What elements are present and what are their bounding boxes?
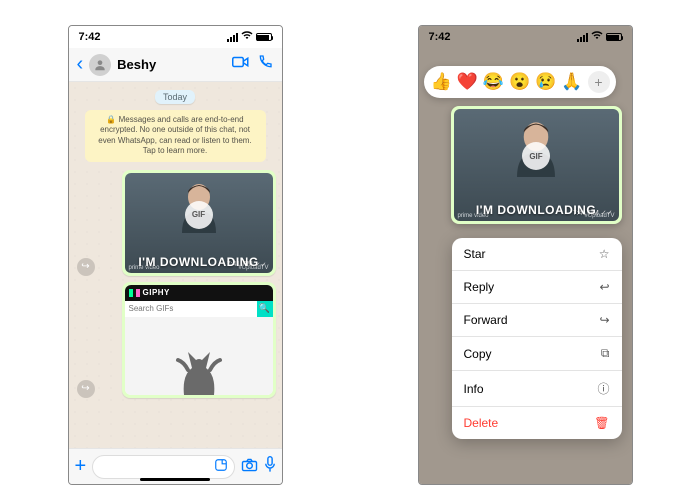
giphy-search-bar: 🔍	[125, 301, 273, 317]
encryption-text: Messages and calls are end-to-end encryp…	[98, 115, 251, 155]
selected-message-bubble[interactable]: GIF I'M DOWNLOADING prime video #UploadT…	[451, 106, 622, 224]
menu-label: Forward	[464, 313, 508, 327]
status-time: 7:42	[79, 31, 101, 43]
wifi-icon	[591, 31, 603, 43]
signal-icon	[227, 33, 238, 42]
reply-icon: ↩	[599, 280, 609, 294]
menu-label: Star	[464, 247, 486, 261]
menu-label: Copy	[464, 347, 492, 361]
giphy-search-input[interactable]	[125, 301, 257, 317]
laugh-reaction[interactable]: 😂	[483, 72, 504, 92]
message-input[interactable]	[92, 455, 234, 479]
forward-icon[interactable]: ↪	[77, 380, 95, 398]
chat-body[interactable]: Today 🔒 Messages and calls are end-to-en…	[69, 82, 282, 448]
menu-star[interactable]: Star ☆	[452, 238, 622, 271]
back-button[interactable]: ‹	[77, 53, 84, 76]
message-row: ↪ GIF I'M DOWNLOADING prime video #Uploa…	[75, 170, 276, 276]
menu-forward[interactable]: Forward ↪	[452, 304, 622, 337]
status-icons	[227, 31, 272, 43]
sad-reaction[interactable]: 😢	[535, 72, 556, 92]
read-receipt-icon: ✓✓	[601, 209, 613, 217]
menu-reply[interactable]: Reply ↩	[452, 271, 622, 304]
chat-navbar: ‹ Beshy	[69, 48, 282, 82]
heart-reaction[interactable]: ❤️	[457, 72, 478, 92]
reaction-bar: 👍 ❤️ 😂 😮 😢 🙏 +	[424, 66, 615, 98]
contact-avatar[interactable]	[89, 54, 111, 76]
gif-content: GIF I'M DOWNLOADING prime video #UploadT…	[125, 173, 273, 273]
giphy-header: GIPHY	[125, 285, 273, 301]
pray-reaction[interactable]: 🙏	[561, 72, 582, 92]
menu-info[interactable]: Info ⓘ	[452, 371, 622, 407]
status-icons	[577, 31, 622, 43]
menu-copy[interactable]: Copy ⧉	[452, 337, 622, 371]
phone-context-menu-view: 7:42 👍 ❤️ 😂 😮 😢 🙏 +	[418, 25, 633, 485]
copy-icon: ⧉	[601, 346, 610, 361]
menu-label: Info	[464, 382, 484, 396]
forward-icon[interactable]: ↪	[77, 258, 95, 276]
giphy-logo: GIPHY	[143, 288, 170, 297]
contact-name[interactable]: Beshy	[117, 57, 225, 72]
battery-icon	[606, 33, 622, 41]
home-indicator[interactable]	[140, 478, 210, 481]
gif-badge: GIF	[522, 142, 550, 170]
info-icon: ⓘ	[597, 380, 609, 397]
sticker-icon[interactable]	[214, 458, 228, 475]
menu-delete[interactable]: Delete 🗑	[452, 407, 622, 439]
giphy-card: GIPHY 🔍	[125, 285, 273, 395]
status-bar: 7:42	[69, 26, 282, 48]
status-bar: 7:42	[419, 26, 632, 48]
thumbs-up-reaction[interactable]: 👍	[430, 72, 451, 92]
more-reactions-button[interactable]: +	[588, 71, 610, 93]
gif-caption: I'M DOWNLOADING	[476, 203, 596, 217]
status-time: 7:42	[429, 31, 451, 43]
battery-icon	[256, 33, 272, 41]
signal-icon	[577, 33, 588, 42]
trash-icon: 🗑	[594, 416, 609, 430]
giphy-cat-preview	[125, 317, 273, 395]
message-bubble-giphy[interactable]: GIPHY 🔍	[122, 282, 276, 398]
attach-button[interactable]: +	[75, 455, 87, 478]
gif-content: GIF I'M DOWNLOADING prime video #UploadT…	[454, 109, 619, 221]
encryption-notice[interactable]: 🔒 Messages and calls are end-to-end encr…	[85, 110, 266, 162]
gif-badge: GIF	[185, 201, 213, 229]
microphone-icon[interactable]	[264, 456, 276, 477]
menu-label: Reply	[464, 280, 495, 294]
phone-chat-view: 7:42 ‹ Beshy Today 🔒 Messages and calls …	[68, 25, 283, 485]
forward-icon: ↪	[599, 313, 609, 327]
wifi-icon	[241, 31, 253, 43]
camera-icon[interactable]	[241, 458, 258, 476]
star-icon: ☆	[599, 247, 610, 261]
search-icon[interactable]: 🔍	[257, 301, 273, 317]
wow-reaction[interactable]: 😮	[509, 72, 530, 92]
lock-icon: 🔒	[106, 115, 116, 124]
video-call-icon[interactable]	[232, 54, 250, 75]
message-row: ↪ GIPHY 🔍	[75, 282, 276, 398]
context-menu: Star ☆ Reply ↩ Forward ↪ Copy ⧉ Info ⓘ D…	[452, 238, 622, 439]
gif-caption: I'M DOWNLOADING	[138, 255, 258, 269]
menu-label: Delete	[464, 416, 499, 430]
message-bubble-gif[interactable]: GIF I'M DOWNLOADING prime video #UploadT…	[122, 170, 276, 276]
date-pill: Today	[155, 90, 195, 104]
voice-call-icon[interactable]	[256, 54, 274, 75]
